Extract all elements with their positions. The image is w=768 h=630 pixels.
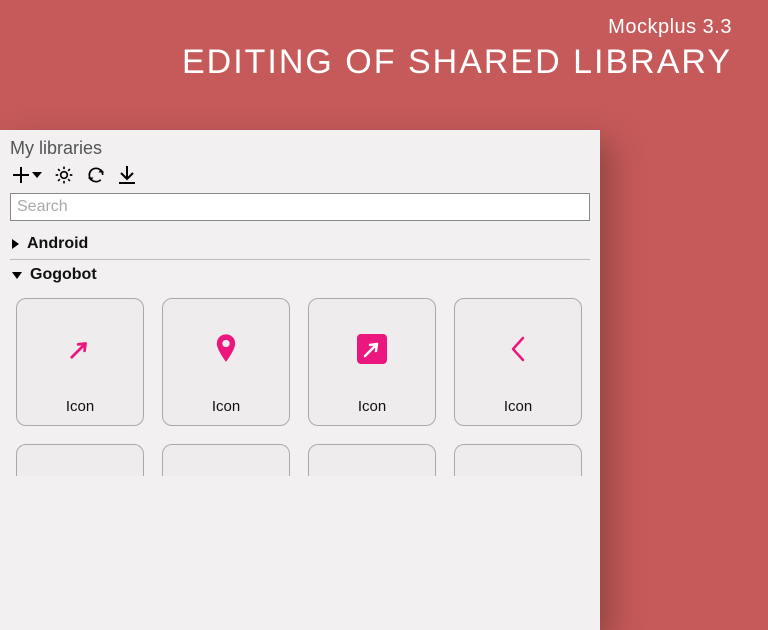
hero-title: EDITING OF SHARED LIBRARY: [182, 43, 732, 82]
hero-banner: Mockplus 3.3 EDITING OF SHARED LIBRARY: [182, 16, 732, 82]
section-android-name: Android: [27, 235, 88, 253]
library-item-label: Icon: [504, 398, 532, 415]
library-item[interactable]: [308, 444, 436, 476]
gear-icon: [54, 165, 74, 185]
refresh-button[interactable]: [86, 165, 106, 185]
triangle-right-icon: [12, 239, 19, 249]
settings-button[interactable]: [54, 165, 74, 185]
library-item[interactable]: Icon: [162, 298, 290, 426]
library-item[interactable]: [162, 444, 290, 476]
library-item[interactable]: Icon: [454, 298, 582, 426]
square-arrow-icon: [309, 299, 435, 398]
plus-icon: [12, 166, 30, 184]
library-item-label: Icon: [358, 398, 386, 415]
library-item[interactable]: [454, 444, 582, 476]
arrow-ne-icon: [17, 299, 143, 398]
toolbar: [10, 165, 590, 185]
icon-grid-row2: [12, 444, 588, 476]
section-gogobot-name: Gogobot: [30, 266, 97, 284]
icon-grid: Icon Icon Icon Icon: [12, 298, 588, 426]
section-gogobot-header[interactable]: Gogobot: [12, 266, 588, 284]
search-field[interactable]: [10, 193, 590, 221]
refresh-icon: [86, 165, 106, 185]
library-item-label: Icon: [212, 398, 240, 415]
pin-icon: [163, 299, 289, 398]
hero-version: Mockplus 3.3: [182, 16, 732, 39]
chevron-down-icon: [32, 170, 42, 180]
triangle-down-icon: [12, 272, 22, 279]
add-button[interactable]: [12, 166, 42, 184]
download-button[interactable]: [118, 165, 136, 185]
library-item[interactable]: Icon: [308, 298, 436, 426]
libraries-panel: My libraries: [0, 130, 600, 630]
download-icon: [118, 165, 136, 185]
section-gogobot: Gogobot Icon Icon Icon: [10, 260, 590, 482]
search-input[interactable]: [17, 198, 583, 216]
chevron-left-icon: [455, 299, 581, 398]
library-item-label: Icon: [66, 398, 94, 415]
library-item[interactable]: Icon: [16, 298, 144, 426]
panel-title: My libraries: [10, 138, 590, 159]
section-android: Android: [10, 229, 590, 260]
library-item[interactable]: [16, 444, 144, 476]
section-android-header[interactable]: Android: [12, 235, 588, 253]
